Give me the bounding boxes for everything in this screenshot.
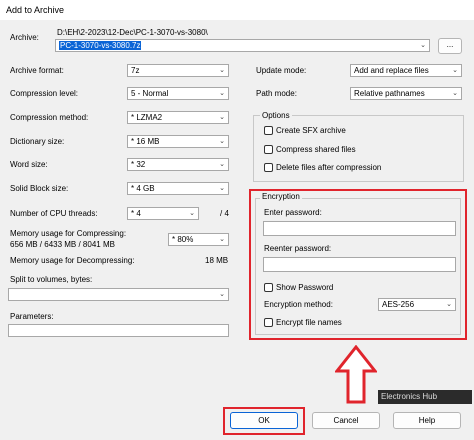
chevron-down-icon: ⌄ <box>219 138 225 145</box>
cpu-threads-max: / 4 <box>220 209 229 218</box>
compression-method-label: Compression method: <box>10 113 89 122</box>
chevron-down-icon: ⌄ <box>219 291 225 298</box>
encryption-method-select[interactable]: AES-256 ⌄ <box>378 298 456 311</box>
show-password-checkbox[interactable] <box>264 283 273 292</box>
memory-compress-detail: 656 MB / 6433 MB / 8041 MB <box>10 240 115 249</box>
split-volumes-label: Split to volumes, bytes: <box>10 275 93 284</box>
watermark-text: Electronics Hub <box>381 392 438 401</box>
memory-compress-select[interactable]: * 80% ⌄ <box>168 233 229 246</box>
archive-name-text: PC-1-3070-vs-3080.7z <box>59 41 142 50</box>
memory-decompress-label: Memory usage for Decompressing: <box>10 256 135 265</box>
sfx-checkbox[interactable] <box>264 126 273 135</box>
archive-label: Archive: <box>10 33 39 42</box>
browse-button[interactable]: ... <box>438 38 462 54</box>
chevron-down-icon[interactable]: ⌄ <box>420 40 426 51</box>
options-title: Options <box>260 111 292 121</box>
cancel-button[interactable]: Cancel <box>312 412 380 429</box>
split-volumes-select[interactable]: ⌄ <box>8 288 229 301</box>
update-mode-label: Update mode: <box>256 66 307 75</box>
chevron-down-icon: ⌄ <box>219 114 225 121</box>
cpu-threads-select[interactable]: * 4 ⌄ <box>127 207 199 220</box>
memory-decompress-value: 18 MB <box>205 256 229 265</box>
sfx-label: Create SFX archive <box>276 126 346 135</box>
watermark-badge: Electronics Hub <box>378 390 472 404</box>
encryption-title: Encryption <box>260 192 302 202</box>
path-mode-select[interactable]: Relative pathnames ⌄ <box>350 87 462 100</box>
parameters-input[interactable] <box>8 324 229 337</box>
compression-method-select[interactable]: * LZMA2 ⌄ <box>127 111 229 124</box>
archive-format-label: Archive format: <box>10 66 64 75</box>
archive-path: D:\EH\2-2023\12-Dec\PC-1-3070-vs-3080\ <box>57 28 208 37</box>
reenter-password-label: Reenter password: <box>264 244 332 253</box>
chevron-down-icon: ⌄ <box>452 67 458 74</box>
shared-checkbox[interactable] <box>264 145 273 154</box>
encryption-method-label: Encryption method: <box>264 300 333 309</box>
parameters-label: Parameters: <box>10 312 54 321</box>
update-mode-select[interactable]: Add and replace files ⌄ <box>350 64 462 77</box>
solid-block-size-label: Solid Block size: <box>10 184 69 193</box>
archive-name-combo[interactable]: PC-1-3070-vs-3080.7z ⌄ <box>55 39 430 52</box>
window-title: Add to Archive <box>6 5 65 15</box>
cpu-threads-label: Number of CPU threads: <box>10 209 98 218</box>
encrypt-names-label: Encrypt file names <box>276 318 342 327</box>
enter-password-label: Enter password: <box>264 208 322 217</box>
compression-level-select[interactable]: 5 - Normal ⌄ <box>127 87 229 100</box>
chevron-down-icon: ⌄ <box>446 301 452 308</box>
dictionary-size-label: Dictionary size: <box>10 137 65 146</box>
chevron-down-icon: ⌄ <box>452 90 458 97</box>
show-password-label: Show Password <box>276 283 334 292</box>
enter-password-input[interactable] <box>263 221 456 236</box>
memory-compress-label: Memory usage for Compressing: <box>10 229 127 238</box>
reenter-password-input[interactable] <box>263 257 456 272</box>
shared-label: Compress shared files <box>276 145 356 154</box>
chevron-down-icon: ⌄ <box>219 161 225 168</box>
title-bar: Add to Archive <box>0 0 474 20</box>
ok-button[interactable]: OK <box>230 412 298 429</box>
encrypt-names-checkbox[interactable] <box>264 318 273 327</box>
chevron-down-icon: ⌄ <box>219 185 225 192</box>
path-mode-label: Path mode: <box>256 89 297 98</box>
delete-label: Delete files after compression <box>276 163 382 172</box>
compression-level-label: Compression level: <box>10 89 79 98</box>
word-size-label: Word size: <box>10 160 48 169</box>
delete-checkbox[interactable] <box>264 163 273 172</box>
dictionary-size-select[interactable]: * 16 MB ⌄ <box>127 135 229 148</box>
arrow-up-icon <box>335 345 377 404</box>
chevron-down-icon: ⌄ <box>219 90 225 97</box>
archive-format-select[interactable]: 7z ⌄ <box>127 64 229 77</box>
solid-block-size-select[interactable]: * 4 GB ⌄ <box>127 182 229 195</box>
chevron-down-icon: ⌄ <box>189 210 195 217</box>
help-button[interactable]: Help <box>393 412 461 429</box>
word-size-select[interactable]: * 32 ⌄ <box>127 158 229 171</box>
chevron-down-icon: ⌄ <box>219 236 225 243</box>
chevron-down-icon: ⌄ <box>219 67 225 74</box>
